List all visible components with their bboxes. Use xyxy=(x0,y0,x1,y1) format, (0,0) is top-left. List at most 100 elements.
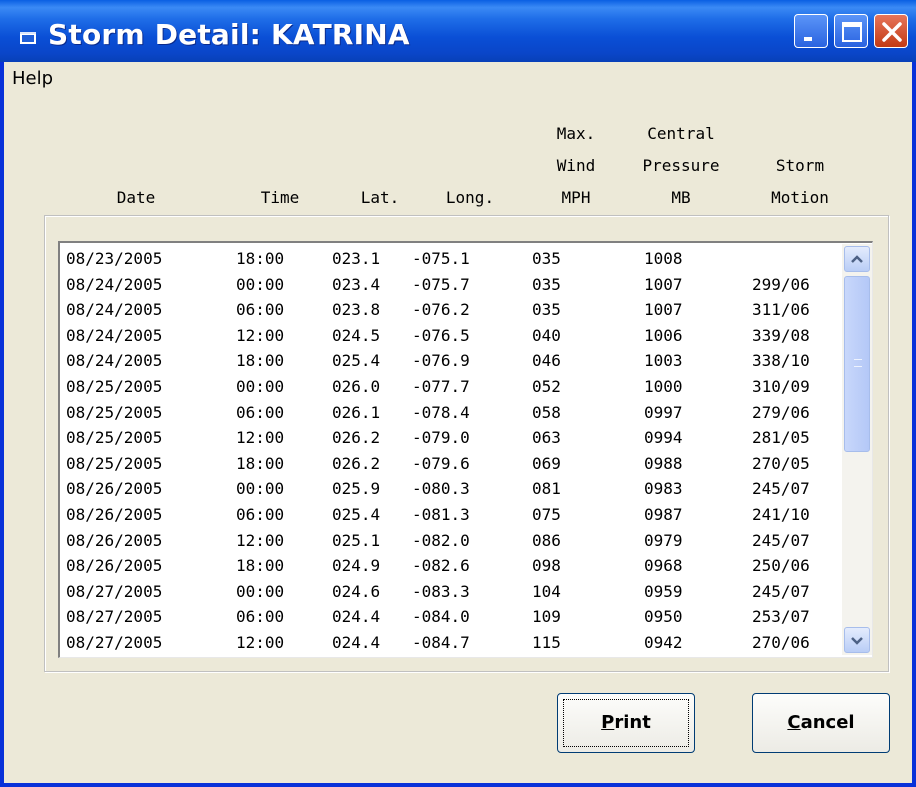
cancel-mnemonic: C xyxy=(787,712,801,733)
cell-time: 12:00 xyxy=(236,325,285,345)
header-pressure-1: Central xyxy=(647,124,715,143)
table-row[interactable]: 08/26/2005 00:00 025.9 -080.3 081 0983 245/07 xyxy=(60,477,840,503)
vertical-scrollbar[interactable] xyxy=(842,244,872,655)
cell-pressure: 0942 xyxy=(644,633,683,652)
table-row[interactable]: 08/25/2005 00:00 026.0 -077.7 052 1000 310/09 xyxy=(60,375,840,401)
cell-pressure: 1006 xyxy=(644,325,683,345)
cell-lat: 025.4 xyxy=(332,351,381,371)
cell-time: 12:00 xyxy=(236,428,285,448)
header-motion-2: Motion xyxy=(771,188,829,207)
cell-pressure: 1008 xyxy=(644,249,683,268)
table-row[interactable]: 08/27/2005 06:00 024.4 -084.0 109 0950 253/07 xyxy=(60,605,840,631)
storm-track-list[interactable]: 08/23/2005 18:00 023.1 -075.1 035 1008 08/24/2… xyxy=(58,241,873,658)
cell-long: -075.7 xyxy=(412,274,470,294)
chevron-up-icon xyxy=(851,255,863,263)
cell-lat: 023.4 xyxy=(332,274,381,294)
table-row[interactable]: 08/24/2005 06:00 023.8 -076.2 035 1007 311/06 xyxy=(60,298,840,324)
cell-time: 18:00 xyxy=(236,249,285,268)
cell-long: -082.6 xyxy=(412,556,470,576)
cell-wind: 035 xyxy=(532,274,561,294)
cell-wind: 035 xyxy=(532,300,561,320)
header-wind-2: Wind xyxy=(556,156,596,175)
maximize-icon xyxy=(842,22,862,42)
cell-wind: 109 xyxy=(532,607,561,627)
focus-rectangle xyxy=(563,699,689,747)
header-time: Time xyxy=(260,188,300,207)
cell-pressure: 0979 xyxy=(644,530,683,550)
cell-wind: 098 xyxy=(532,556,561,576)
cell-lat: 024.4 xyxy=(332,633,381,652)
table-row[interactable]: 08/25/2005 06:00 026.1 -078.4 058 0997 279/06 xyxy=(60,401,840,427)
cell-date: 08/24/2005 xyxy=(66,274,163,294)
cell-motion: 250/06 xyxy=(752,556,810,576)
cell-wind: 104 xyxy=(532,581,561,601)
cell-lat: 024.5 xyxy=(332,325,381,345)
cell-lat: 026.2 xyxy=(332,428,381,448)
cell-date: 08/26/2005 xyxy=(66,530,163,550)
header-long: Long. xyxy=(445,188,495,207)
cell-lat: 026.1 xyxy=(332,402,381,422)
cell-motion: 281/05 xyxy=(752,428,810,448)
scroll-down-button[interactable] xyxy=(844,627,870,653)
cell-long: -083.3 xyxy=(412,581,470,601)
cancel-button[interactable]: Cancel xyxy=(752,693,890,753)
table-row[interactable]: 08/25/2005 18:00 026.2 -079.6 069 0988 270/05 xyxy=(60,452,840,478)
header-pressure-3: MB xyxy=(671,188,691,207)
print-button[interactable]: Print xyxy=(557,693,695,753)
cell-time: 12:00 xyxy=(236,530,285,550)
close-icon xyxy=(882,22,902,42)
cell-date: 08/26/2005 xyxy=(66,556,163,576)
cell-wind: 086 xyxy=(532,530,561,550)
cell-motion: 339/08 xyxy=(752,325,810,345)
table-row[interactable]: 08/26/2005 12:00 025.1 -082.0 086 0979 245/07 xyxy=(60,529,840,555)
cell-wind: 040 xyxy=(532,325,561,345)
menu-bar: Help xyxy=(4,62,912,96)
cell-date: 08/27/2005 xyxy=(66,607,163,627)
header-date: Date xyxy=(116,188,156,207)
scroll-up-button[interactable] xyxy=(844,246,870,272)
cell-lat: 024.4 xyxy=(332,607,381,627)
cell-time: 18:00 xyxy=(236,453,285,473)
cell-time: 12:00 xyxy=(236,633,285,652)
cell-wind: 035 xyxy=(532,249,561,268)
cell-motion: 310/09 xyxy=(752,377,810,396)
cell-time: 00:00 xyxy=(236,581,285,601)
header-pressure-2: Pressure xyxy=(642,156,720,175)
cell-long: -076.5 xyxy=(412,325,470,345)
cell-lat: 023.1 xyxy=(332,249,381,268)
cell-date: 08/25/2005 xyxy=(66,453,163,473)
cell-pressure: 0988 xyxy=(644,453,683,473)
table-row[interactable]: 08/24/2005 00:00 023.4 -075.7 035 1007 299/06 xyxy=(60,273,840,299)
minimize-icon xyxy=(804,37,812,41)
cell-long: -076.9 xyxy=(412,351,470,371)
cell-time: 06:00 xyxy=(236,300,285,320)
table-row[interactable]: 08/27/2005 00:00 024.6 -083.3 104 0959 245/07 xyxy=(60,580,840,606)
title-bar[interactable]: Storm Detail: KATRINA xyxy=(0,0,916,62)
cell-long: -076.2 xyxy=(412,300,470,320)
cell-motion: 270/06 xyxy=(752,633,810,652)
table-row[interactable]: 08/23/2005 18:00 023.1 -075.1 035 1008 xyxy=(60,247,840,273)
cell-long: -079.6 xyxy=(412,453,470,473)
maximize-button[interactable] xyxy=(834,14,868,48)
cell-pressure: 1007 xyxy=(644,274,683,294)
cell-wind: 046 xyxy=(532,351,561,371)
cell-lat: 026.0 xyxy=(332,377,381,396)
cell-date: 08/25/2005 xyxy=(66,428,163,448)
table-row[interactable]: 08/26/2005 06:00 025.4 -081.3 075 0987 241/10 xyxy=(60,503,840,529)
scroll-thumb[interactable] xyxy=(844,276,870,452)
cell-time: 00:00 xyxy=(236,479,285,499)
close-button[interactable] xyxy=(874,14,908,48)
menu-help[interactable]: Help xyxy=(12,68,53,89)
table-row[interactable]: 08/27/2005 12:00 024.4 -084.7 115 0942 270/06 xyxy=(60,631,840,657)
minimize-button[interactable] xyxy=(794,14,828,48)
table-row[interactable]: 08/24/2005 12:00 024.5 -076.5 040 1006 339/08 xyxy=(60,324,840,350)
cell-time: 18:00 xyxy=(236,351,285,371)
header-motion-1: Storm xyxy=(775,156,825,175)
table-row[interactable]: 08/24/2005 18:00 025.4 -076.9 046 1003 338/10 xyxy=(60,349,840,375)
cell-long: -084.0 xyxy=(412,607,470,627)
cell-time: 06:00 xyxy=(236,505,285,524)
table-row[interactable]: 08/26/2005 18:00 024.9 -082.6 098 0968 250/06 xyxy=(60,554,840,580)
table-row[interactable]: 08/25/2005 12:00 026.2 -079.0 063 0994 281/05 xyxy=(60,426,840,452)
grip-icon xyxy=(854,359,862,367)
cell-motion: 245/07 xyxy=(752,581,810,601)
